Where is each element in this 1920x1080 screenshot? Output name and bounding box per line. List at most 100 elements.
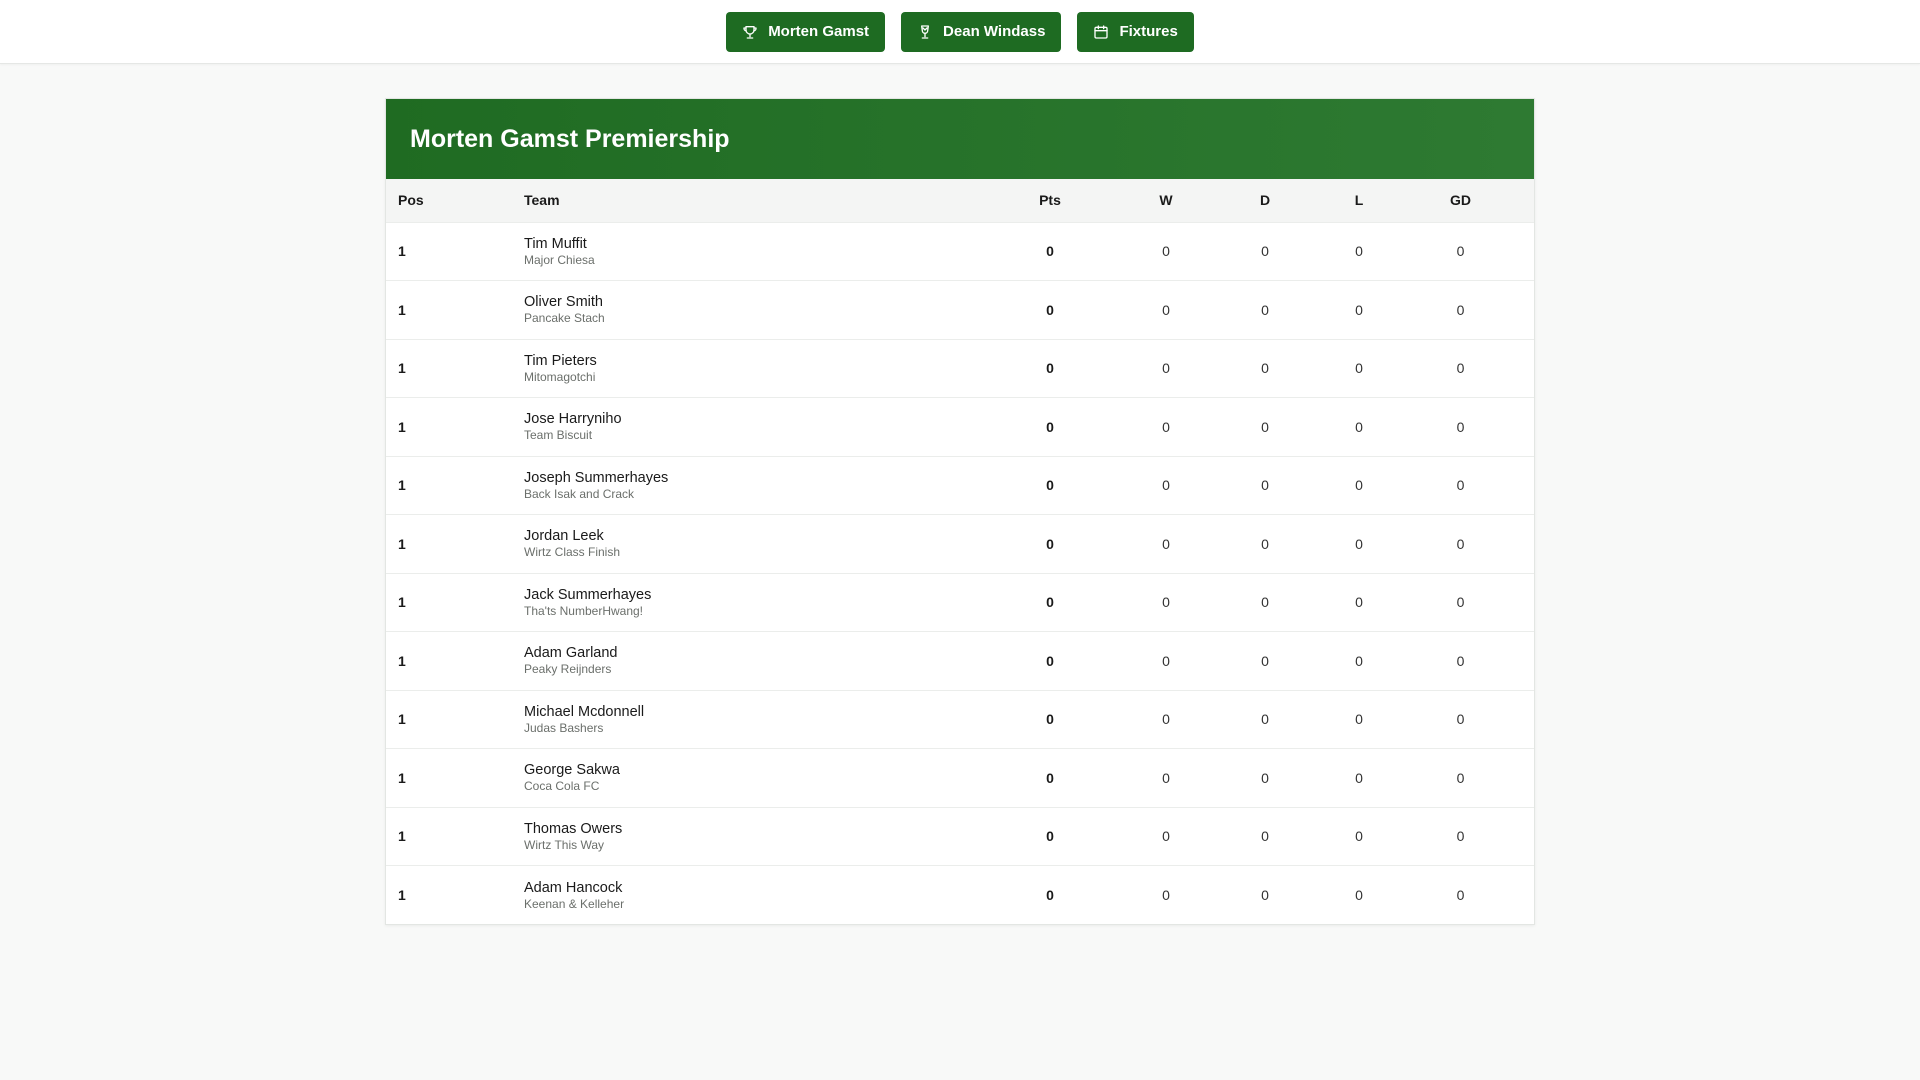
position-cell: 1 [398, 301, 406, 318]
team-cell: Thomas Owers Wirtz This Way [524, 807, 989, 866]
losses-cell: 0 [1355, 477, 1363, 494]
losses-cell: 0 [1355, 360, 1363, 377]
points-cell: 0 [1046, 301, 1054, 318]
manager-name: Thomas Owers [524, 820, 623, 837]
column-header-gd: GD [1450, 192, 1471, 209]
table-row[interactable]: 1 Thomas Owers Wirtz This Way 0 0 0 0 0 [386, 807, 1534, 866]
wins-cell: 0 [1162, 769, 1170, 786]
team-name: Judas Bashers [524, 720, 604, 735]
position-cell: 1 [398, 769, 406, 786]
points-cell: 0 [1046, 243, 1054, 260]
manager-name: Adam Hancock [524, 879, 623, 896]
team-name: Keenan & Kelleher [524, 896, 625, 911]
points-cell: 0 [1046, 418, 1054, 435]
morten-gamst-button[interactable]: Morten Gamst [726, 11, 886, 52]
team-cell: Tim Pieters Mitomagotchi [524, 339, 989, 398]
team-cell: Adam Garland Peaky Reijnders [524, 632, 989, 691]
table-header-row: Pos Team Pts W D L GD [386, 179, 1534, 222]
table-row[interactable]: 1 Adam Hancock Keenan & Kelleher 0 0 0 0 0 [386, 865, 1534, 925]
table-row[interactable]: 1 George Sakwa Coca Cola FC 0 0 0 0 0 [386, 748, 1534, 808]
table-row[interactable]: 1 Jordan Leek Wirtz Class Finish 0 0 0 0 0 [386, 514, 1534, 574]
points-cell: 0 [1046, 711, 1054, 728]
league-table-body: 1 Tim Muffit Major Chiesa 0 0 0 0 0 1 Oliver Smit… [386, 222, 1534, 924]
team-cell: Oliver Smith Pancake Stach [524, 281, 989, 340]
position-cell: 1 [398, 594, 406, 611]
dean-windass-button-label: Dean Windass [943, 23, 1046, 40]
column-header-pos: Pos [398, 192, 424, 209]
points-cell: 0 [1046, 535, 1054, 552]
losses-cell: 0 [1355, 828, 1363, 845]
draws-cell: 0 [1261, 594, 1269, 611]
draws-cell: 0 [1261, 477, 1269, 494]
points-cell: 0 [1046, 360, 1054, 377]
points-cell: 0 [1046, 652, 1054, 669]
goal-difference-cell: 0 [1456, 301, 1465, 318]
fixtures-button[interactable]: Fixtures [1077, 11, 1194, 52]
trophy-icon [742, 24, 758, 40]
wins-cell: 0 [1162, 594, 1170, 611]
losses-cell: 0 [1355, 594, 1363, 611]
column-header-d: D [1259, 192, 1271, 209]
losses-cell: 0 [1355, 711, 1363, 728]
position-cell: 1 [398, 360, 406, 377]
table-row[interactable]: 1 Jack Summerhayes Tha'ts NumberHwang! 0 0 0 0… [386, 573, 1534, 632]
goal-difference-cell: 0 [1456, 769, 1465, 786]
position-cell: 1 [398, 243, 406, 260]
team-name: Mitomagotchi [524, 369, 596, 384]
team-name: Peaky Reijnders [524, 662, 612, 677]
table-row[interactable]: 1 Joseph Summerhayes Back Isak and Crack 0 0… [386, 456, 1534, 515]
losses-cell: 0 [1355, 887, 1363, 903]
table-row[interactable]: 1 Jose Harryniho Team Biscuit 0 0 0 0 0 [386, 397, 1534, 457]
team-cell: Joseph Summerhayes Back Isak and Crack [524, 456, 989, 515]
draws-cell: 0 [1261, 652, 1269, 669]
fixtures-button-label: Fixtures [1119, 23, 1178, 40]
points-cell: 0 [1046, 828, 1054, 845]
wins-cell: 0 [1162, 418, 1170, 435]
team-cell: Jose Harryniho Team Biscuit [524, 398, 989, 457]
draws-cell: 0 [1261, 301, 1269, 318]
table-row[interactable]: 1 Oliver Smith Pancake Stach 0 0 0 0 0 [386, 280, 1534, 340]
table-row[interactable]: 1 Tim Pieters Mitomagotchi 0 0 0 0 0 [386, 339, 1534, 398]
team-cell: Tim Muffit Major Chiesa [524, 222, 989, 281]
table-row[interactable]: 1 Tim Muffit Major Chiesa 0 0 0 0 0 [386, 222, 1534, 281]
team-name: Tha'ts NumberHwang! [524, 603, 644, 618]
goal-difference-cell: 0 [1456, 418, 1465, 435]
table-row[interactable]: 1 Michael Mcdonnell Judas Bashers 0 0 0 0 0 [386, 690, 1534, 749]
table-row[interactable]: 1 Adam Garland Peaky Reijnders 0 0 0 0 0 [386, 631, 1534, 691]
league-table: Pos Team Pts W D L GD 1 Tim Muffit Major C… [386, 179, 1534, 924]
manager-name: Tim Muffit [524, 235, 587, 252]
wins-cell: 0 [1162, 360, 1170, 377]
team-name: Pancake Stach [524, 311, 605, 326]
draws-cell: 0 [1261, 535, 1269, 552]
manager-name: George Sakwa [524, 762, 620, 779]
manager-name: Jack Summerhayes [524, 586, 652, 603]
draws-cell: 0 [1261, 418, 1269, 435]
wins-cell: 0 [1162, 828, 1170, 845]
position-cell: 1 [398, 418, 406, 435]
dean-windass-button[interactable]: Dean Windass [901, 11, 1062, 52]
team-cell: Michael Mcdonnell Judas Bashers [524, 690, 989, 749]
goal-difference-cell: 0 [1456, 711, 1465, 728]
position-cell: 1 [398, 828, 406, 845]
goal-difference-cell: 0 [1456, 360, 1465, 377]
wins-cell: 0 [1162, 652, 1170, 669]
goal-difference-cell: 0 [1456, 243, 1465, 260]
goal-difference-cell: 0 [1456, 477, 1465, 494]
manager-name: Jose Harryniho [524, 411, 622, 428]
column-header-team: Team [524, 192, 560, 209]
losses-cell: 0 [1355, 418, 1363, 435]
morten-gamst-button-label: Morten Gamst [768, 23, 870, 40]
draws-cell: 0 [1261, 243, 1269, 260]
team-name: Team Biscuit [524, 428, 593, 443]
wins-cell: 0 [1162, 535, 1170, 552]
wins-cell: 0 [1162, 477, 1170, 494]
losses-cell: 0 [1355, 535, 1363, 552]
manager-name: Michael Mcdonnell [524, 703, 645, 720]
column-header-w: W [1159, 192, 1173, 209]
league-table-card: Morten Gamst Premiership Pos Team Pts W … [385, 98, 1535, 925]
draws-cell: 0 [1261, 769, 1269, 786]
team-cell: Jordan Leek Wirtz Class Finish [524, 515, 989, 574]
position-cell: 1 [398, 711, 406, 728]
points-cell: 0 [1046, 769, 1054, 786]
calendar-icon [1093, 24, 1109, 40]
